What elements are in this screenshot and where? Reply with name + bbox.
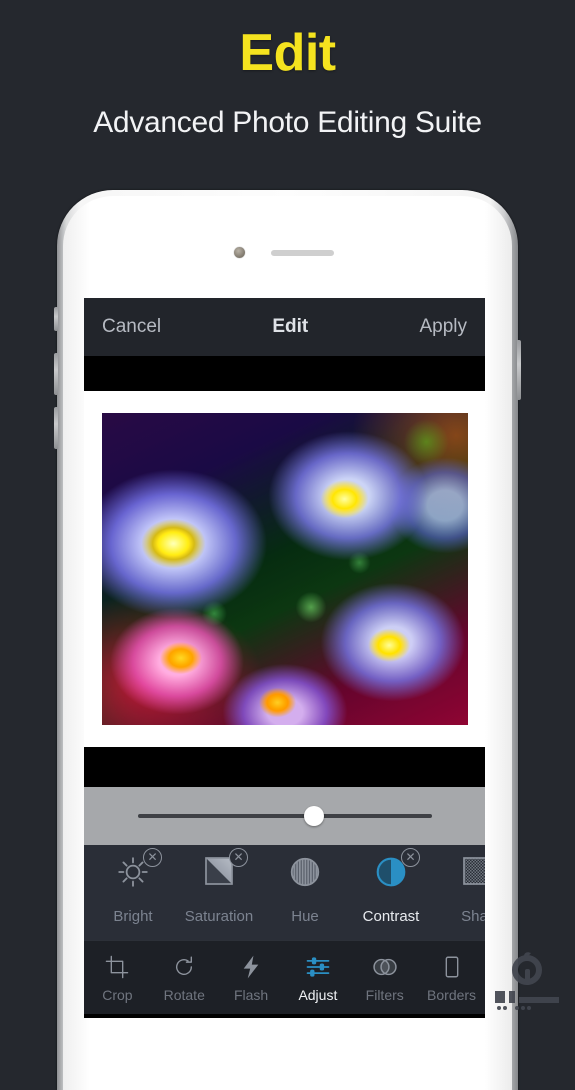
saturation-square-icon[interactable]: ✕ [194, 848, 248, 901]
photo-stage [84, 391, 485, 747]
adjust-option-label: Hue [291, 908, 319, 925]
toolbar-item-crop[interactable]: Crop [84, 952, 151, 1003]
adjust-option-bright[interactable]: ✕ Bright [90, 848, 176, 925]
cancel-button[interactable]: Cancel [102, 316, 161, 338]
sharpen-square-icon[interactable] [452, 855, 485, 901]
volume-down-button[interactable] [54, 407, 58, 449]
apply-button[interactable]: Apply [419, 316, 467, 338]
toolbar-item-label: Borders [427, 987, 477, 1003]
silent-switch[interactable] [54, 307, 58, 331]
adjust-option-label: Shar [461, 908, 485, 925]
site-logo-watermark [495, 952, 559, 1010]
earpiece-speaker [270, 250, 334, 256]
front-camera-icon [233, 247, 245, 258]
toolbar-item-adjust[interactable]: Adjust [284, 952, 351, 1003]
top-spacer [84, 356, 485, 391]
photo-border-right [467, 406, 475, 732]
crop-icon[interactable] [84, 952, 151, 982]
adjust-option-label: Contrast [362, 908, 420, 925]
sun-icon[interactable]: ✕ [108, 848, 162, 901]
photo-border-top [94, 406, 475, 413]
edited-photo[interactable] [98, 410, 471, 728]
reset-adjustment-icon[interactable]: ✕ [143, 848, 162, 867]
borders-icon[interactable] [418, 952, 485, 982]
editor-title: Edit [272, 316, 309, 337]
adjust-option-contrast[interactable]: ✕ Contrast [348, 848, 434, 925]
photo-frame[interactable] [94, 406, 475, 732]
page-subtitle: Advanced Photo Editing Suite [93, 106, 482, 139]
adjust-sliders-icon[interactable] [284, 952, 351, 982]
toolbar-item-label: Crop [102, 987, 133, 1003]
filters-icon[interactable] [351, 952, 418, 982]
toolbar-item-flash[interactable]: Flash [218, 952, 285, 1003]
editor-toolbar[interactable]: Crop Rotate Flash Adjust Filters Borders [84, 940, 485, 1014]
reset-adjustment-icon[interactable]: ✕ [401, 848, 420, 867]
adjust-option-saturation[interactable]: ✕ Saturation [176, 848, 262, 925]
adjust-option-label: Saturation [184, 908, 254, 925]
phone-screen: Cancel Edit Apply ✕ Bright ✕ Saturation Hu [84, 298, 485, 1018]
adjust-option-hue[interactable]: Hue [262, 855, 348, 925]
adjust-option-label: Bright [113, 908, 153, 925]
phone-mockup: Cancel Edit Apply ✕ Bright ✕ Saturation Hu [54, 190, 521, 1090]
toolbar-item-label: Flash [233, 987, 269, 1003]
bottom-spacer [84, 747, 485, 787]
volume-up-button[interactable] [54, 353, 58, 395]
slider-track[interactable] [137, 814, 432, 818]
toolbar-item-label: Filters [365, 987, 404, 1003]
flash-icon[interactable] [218, 952, 285, 982]
editor-navbar: Cancel Edit Apply [84, 298, 485, 356]
adjustment-options-row[interactable]: ✕ Bright ✕ Saturation Hue ✕ Contrast Shar [84, 845, 485, 940]
reset-adjustment-icon[interactable]: ✕ [229, 848, 248, 867]
hue-circle-icon[interactable] [280, 855, 330, 901]
rotate-icon[interactable] [151, 952, 218, 982]
page-title: Edit [239, 24, 336, 82]
contrast-circle-icon[interactable]: ✕ [366, 848, 420, 901]
toolbar-item-label: Adjust [298, 987, 338, 1003]
photo-border-bottom [94, 725, 475, 732]
toolbar-item-rotate[interactable]: Rotate [151, 952, 218, 1003]
slider-thumb[interactable] [303, 806, 324, 826]
adjustment-slider-band [84, 787, 485, 845]
adjust-option-shar[interactable]: Shar [434, 855, 485, 925]
adjustment-slider[interactable] [137, 806, 432, 826]
photo-border-left [94, 406, 102, 732]
toolbar-item-borders[interactable]: Borders [418, 952, 485, 1003]
power-button[interactable] [517, 340, 521, 400]
toolbar-item-label: Rotate [163, 987, 205, 1003]
toolbar-item-filters[interactable]: Filters [351, 952, 418, 1003]
